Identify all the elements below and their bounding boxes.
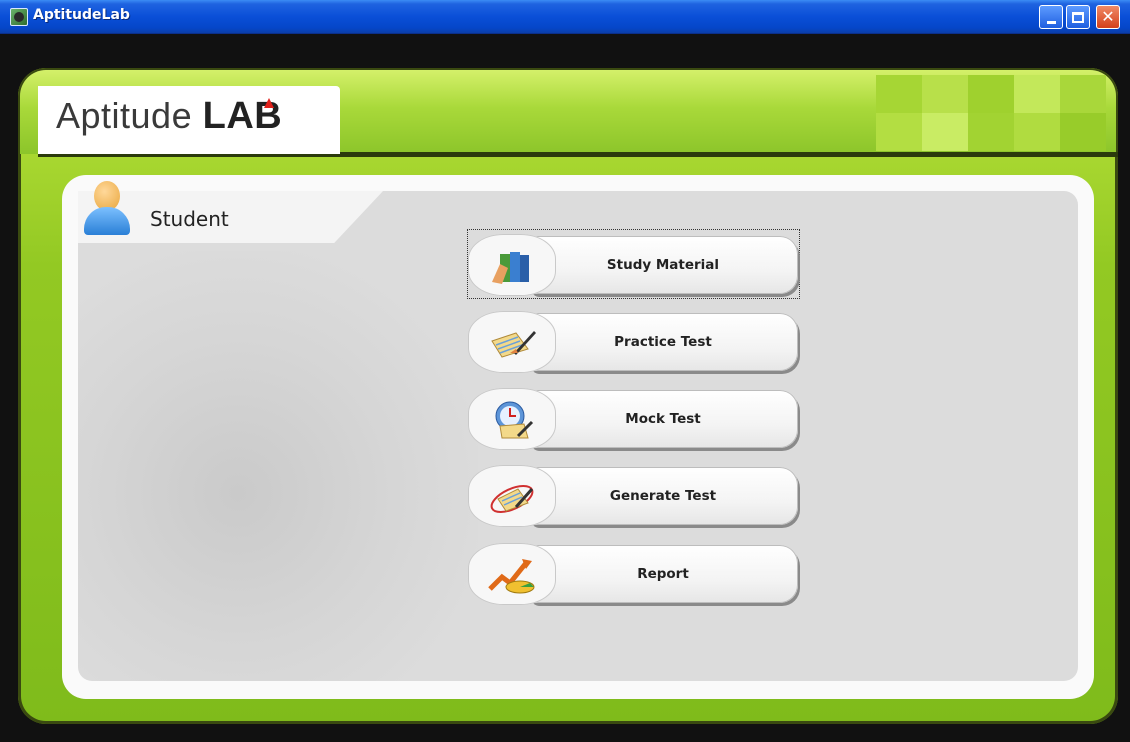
- practice-test-button[interactable]: Practice Test: [468, 309, 800, 375]
- user-role-label: Student: [150, 207, 229, 231]
- maximize-button[interactable]: [1066, 5, 1090, 29]
- mock-test-label: Mock Test: [625, 411, 701, 427]
- minimize-icon: [1046, 20, 1056, 24]
- app-icon: [10, 8, 28, 26]
- report-label: Report: [637, 566, 689, 582]
- close-icon: ✕: [1101, 7, 1115, 26]
- generate-test-button[interactable]: Generate Test: [468, 463, 800, 529]
- study-material-button[interactable]: Study Material: [467, 229, 800, 299]
- logo-text-regular: Aptitude: [56, 95, 203, 136]
- student-user-icon: [84, 181, 134, 235]
- app-logo: Aptitude LAB: [56, 95, 282, 138]
- background-face-image: [78, 251, 478, 681]
- maximize-icon: [1072, 11, 1084, 23]
- minimize-button[interactable]: [1039, 5, 1063, 29]
- title-bar[interactable]: AptitudeLab ✕: [0, 0, 1130, 34]
- window-title: AptitudeLab: [33, 7, 130, 23]
- app-window: AptitudeLab ✕ Aptitude LAB Student Study…: [0, 0, 1130, 742]
- header-decoration: [876, 75, 1108, 151]
- generate-test-label: Generate Test: [609, 488, 717, 504]
- mock-test-button[interactable]: Mock Test: [468, 386, 800, 452]
- study-material-label: Study Material: [606, 257, 720, 273]
- logo-accent-icon: [264, 98, 274, 108]
- close-button[interactable]: ✕: [1096, 5, 1120, 29]
- practice-test-label: Practice Test: [614, 334, 712, 350]
- report-button[interactable]: Report: [468, 541, 800, 607]
